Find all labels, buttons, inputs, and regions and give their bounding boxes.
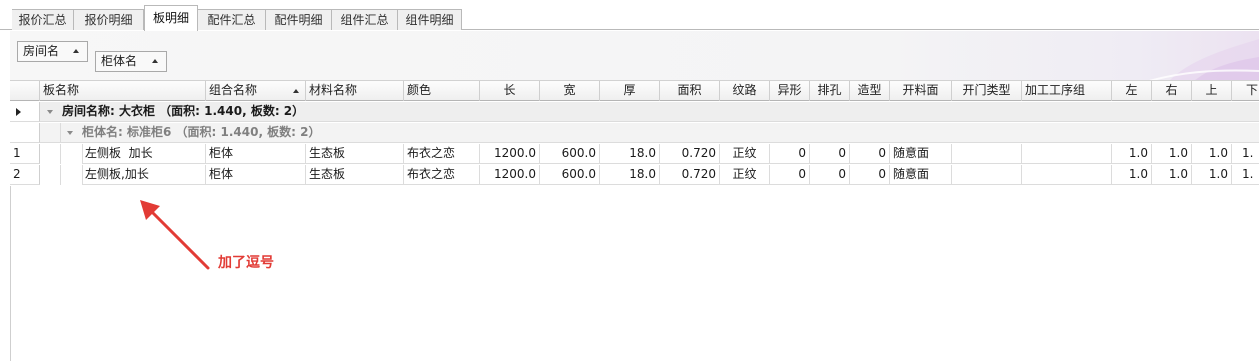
cell-molding[interactable]: 0 xyxy=(850,165,890,185)
decorative-swirl-icon xyxy=(1149,39,1259,80)
cell-length[interactable]: 1200.0 xyxy=(480,165,540,185)
group-row-room[interactable]: 房间名称: 大衣柜 （面积: 1.440, 板数: 2） xyxy=(10,102,1259,122)
col-header-thickness[interactable]: 厚 xyxy=(600,81,660,101)
col-header-molding[interactable]: 造型 xyxy=(850,81,890,101)
cell-drilling[interactable]: 0 xyxy=(810,144,850,164)
col-header-right[interactable]: 右 xyxy=(1152,81,1192,101)
cell-drilling[interactable]: 0 xyxy=(810,165,850,185)
cell-grain[interactable]: 正纹 xyxy=(720,165,770,185)
col-header-material[interactable]: 材料名称 xyxy=(306,81,404,101)
col-header-drilling[interactable]: 排孔 xyxy=(810,81,850,101)
col-header-area[interactable]: 面积 xyxy=(660,81,720,101)
col-header-top[interactable]: 上 xyxy=(1192,81,1232,101)
cell-molding[interactable]: 0 xyxy=(850,144,890,164)
tab-quote-summary[interactable]: 报价汇总 xyxy=(12,9,74,30)
tab-quote-detail[interactable]: 报价明细 xyxy=(74,9,144,30)
cell-cutting-face[interactable]: 随意面 xyxy=(890,165,952,185)
sort-asc-icon xyxy=(73,49,79,53)
col-header-board-name[interactable]: 板名称 xyxy=(40,81,206,101)
cell-door-type[interactable] xyxy=(952,144,1022,164)
indent-guide xyxy=(60,165,61,185)
cell-assembly-name[interactable]: 柜体 xyxy=(206,144,306,164)
cell-area[interactable]: 0.720 xyxy=(660,144,720,164)
annotation-arrow-icon xyxy=(140,200,210,270)
cell-color[interactable]: 布衣之恋 xyxy=(404,144,480,164)
cell-top[interactable]: 1.0 xyxy=(1192,144,1232,164)
cell-material[interactable]: 生态板 xyxy=(306,165,404,185)
cell-thickness[interactable]: 18.0 xyxy=(600,144,660,164)
cell-width[interactable]: 600.0 xyxy=(540,165,600,185)
cell-material[interactable]: 生态板 xyxy=(306,144,404,164)
cell-right[interactable]: 1.0 xyxy=(1152,165,1192,185)
cell-left[interactable]: 1.0 xyxy=(1112,165,1152,185)
cell-process-group[interactable] xyxy=(1022,144,1112,164)
cell-shaped[interactable]: 0 xyxy=(770,144,810,164)
collapse-triangle-icon[interactable] xyxy=(67,131,73,135)
col-header-door-type[interactable]: 开门类型 xyxy=(952,81,1022,101)
table-row[interactable]: 2 左侧板,加长 柜体 生态板 布衣之恋 1200.0 600.0 18.0 0… xyxy=(10,165,1259,185)
group-tag-room-label: 房间名 xyxy=(23,44,60,58)
header-indicator-corner xyxy=(10,81,40,101)
col-header-process-group[interactable]: 加工工序组 xyxy=(1022,81,1112,101)
grid-left-border xyxy=(10,186,11,361)
group-by-panel: 房间名 柜体名 xyxy=(10,31,1259,81)
indent-guide xyxy=(60,123,61,143)
board-detail-window: 报价汇总 报价明细 板明细 配件汇总 配件明细 组件汇总 组件明细 房间名 柜体… xyxy=(0,0,1259,361)
cell-width[interactable]: 600.0 xyxy=(540,144,600,164)
cell-length[interactable]: 1200.0 xyxy=(480,144,540,164)
group-row-cabinet[interactable]: 柜体名: 标准柜6 （面积: 1.440, 板数: 2） xyxy=(10,123,1259,143)
cell-assembly-name[interactable]: 柜体 xyxy=(206,165,306,185)
grid-header: 板名称 组合名称 材料名称 颜色 长 宽 厚 面积 纹路 异形 排孔 造型 开料… xyxy=(10,81,1259,101)
cell-bottom[interactable]: 1. xyxy=(1232,165,1259,185)
annotation-note: 加了逗号 xyxy=(218,255,274,271)
col-header-color[interactable]: 颜色 xyxy=(404,81,480,101)
current-row-arrow-icon xyxy=(16,108,21,116)
collapse-triangle-icon[interactable] xyxy=(47,110,53,114)
group-tag-cabinet-label: 柜体名 xyxy=(101,54,138,68)
col-header-width[interactable]: 宽 xyxy=(540,81,600,101)
cell-color[interactable]: 布衣之恋 xyxy=(404,165,480,185)
cell-right[interactable]: 1.0 xyxy=(1152,144,1192,164)
sort-asc-icon xyxy=(152,59,158,63)
cell-grain[interactable]: 正纹 xyxy=(720,144,770,164)
cell-board-name[interactable]: 左侧板,加长 xyxy=(82,165,206,185)
col-header-bottom[interactable]: 下 xyxy=(1232,81,1259,101)
tab-component-detail[interactable]: 组件明细 xyxy=(398,9,462,30)
cell-top[interactable]: 1.0 xyxy=(1192,165,1232,185)
tab-strip: 报价汇总 报价明细 板明细 配件汇总 配件明细 组件汇总 组件明细 xyxy=(0,0,1259,31)
col-header-grain[interactable]: 纹路 xyxy=(720,81,770,101)
group-row-room-label: 房间名称: 大衣柜 （面积: 1.440, 板数: 2） xyxy=(62,104,305,118)
cell-left[interactable]: 1.0 xyxy=(1112,144,1152,164)
col-header-assembly-name[interactable]: 组合名称 xyxy=(206,81,306,101)
col-header-left[interactable]: 左 xyxy=(1112,81,1152,101)
cell-area[interactable]: 0.720 xyxy=(660,165,720,185)
row-number[interactable]: 1 xyxy=(10,144,40,164)
group-tag-room[interactable]: 房间名 xyxy=(17,41,88,62)
col-header-shaped[interactable]: 异形 xyxy=(770,81,810,101)
row-indicator[interactable] xyxy=(10,123,40,143)
tab-fitting-summary[interactable]: 配件汇总 xyxy=(198,9,266,30)
col-header-length[interactable]: 长 xyxy=(480,81,540,101)
indent-guide xyxy=(60,144,61,164)
tab-fitting-detail[interactable]: 配件明细 xyxy=(266,9,332,30)
cell-cutting-face[interactable]: 随意面 xyxy=(890,144,952,164)
cell-thickness[interactable]: 18.0 xyxy=(600,165,660,185)
cell-door-type[interactable] xyxy=(952,165,1022,185)
tab-component-summary[interactable]: 组件汇总 xyxy=(332,9,398,30)
cell-process-group[interactable] xyxy=(1022,165,1112,185)
cell-bottom[interactable]: 1. xyxy=(1232,144,1259,164)
row-indicator[interactable] xyxy=(10,102,40,122)
sort-asc-icon xyxy=(293,89,299,93)
group-row-cabinet-label: 柜体名: 标准柜6 （面积: 1.440, 板数: 2） xyxy=(82,125,321,139)
table-row[interactable]: 1 左侧板 加长 柜体 生态板 布衣之恋 1200.0 600.0 18.0 0… xyxy=(10,144,1259,164)
col-header-cutting-face[interactable]: 开料面 xyxy=(890,81,952,101)
row-number[interactable]: 2 xyxy=(10,165,40,185)
group-tag-cabinet[interactable]: 柜体名 xyxy=(95,51,167,72)
col-header-assembly-name-label: 组合名称 xyxy=(209,83,258,97)
tab-board-detail[interactable]: 板明细 xyxy=(144,5,198,31)
cell-board-name[interactable]: 左侧板 加长 xyxy=(82,144,206,164)
cell-shaped[interactable]: 0 xyxy=(770,165,810,185)
